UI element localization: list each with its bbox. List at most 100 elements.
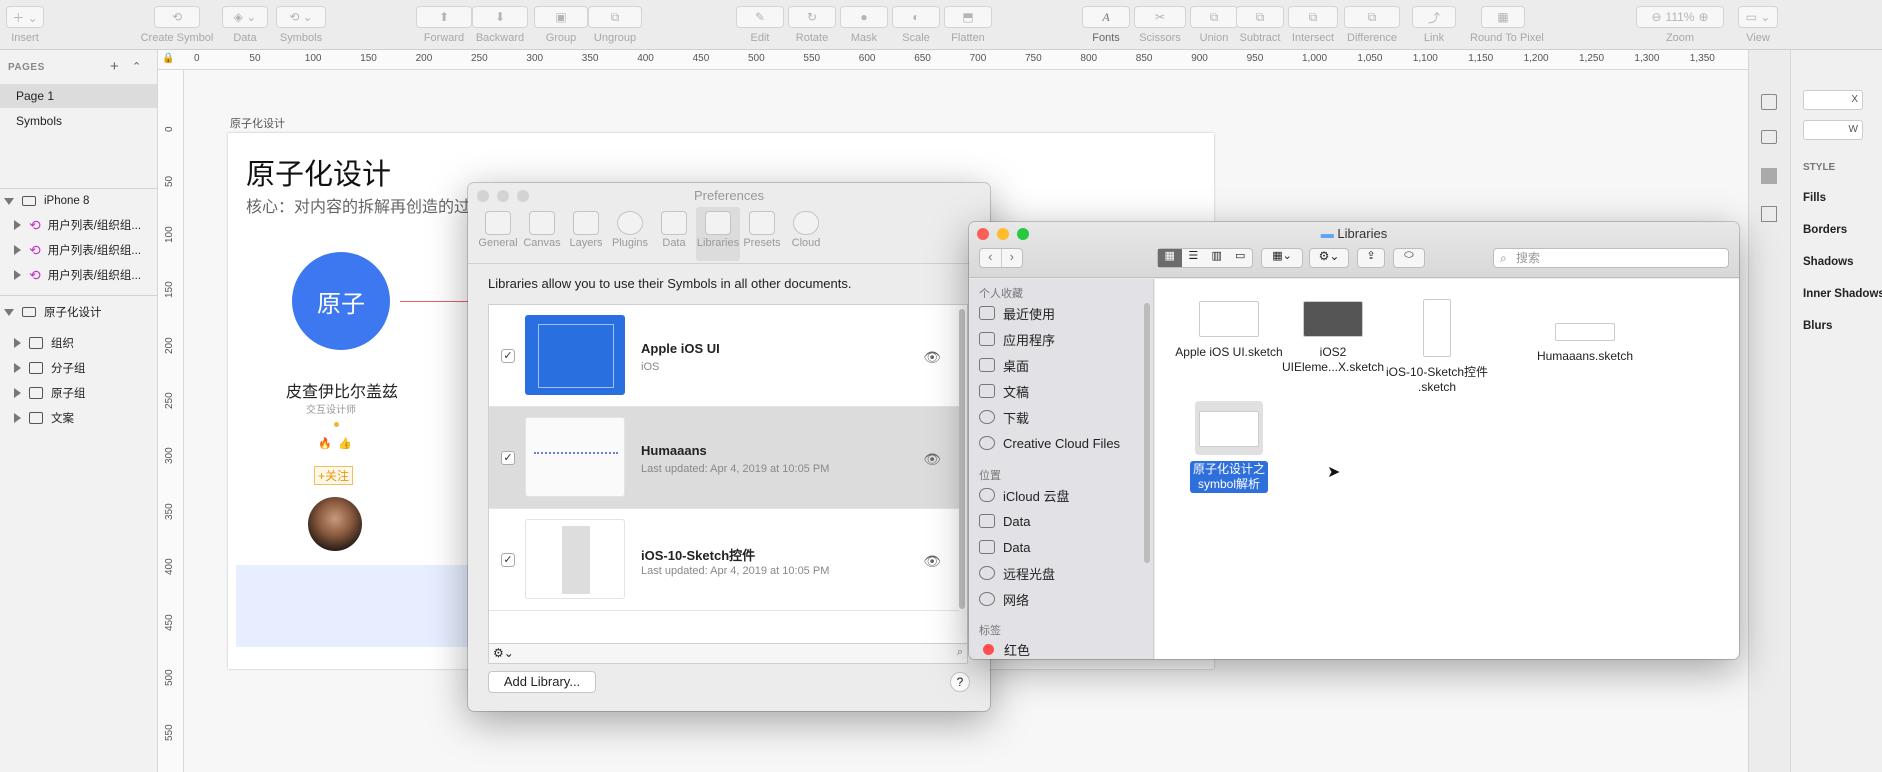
follow-button[interactable]: +关注 [314, 466, 354, 485]
blurs-section[interactable]: Blurs [1803, 320, 1832, 332]
layer-symbol[interactable]: ⟲ 用户列表/组织组... [0, 238, 157, 262]
sidebar-item-downloads[interactable]: 下载 [979, 404, 1029, 430]
shadows-section[interactable]: Shadows [1803, 256, 1853, 268]
layer-symbol[interactable]: ⟲ 用户列表/组织组... [0, 263, 157, 287]
sidebar-item-desktop[interactable]: 桌面 [979, 352, 1029, 378]
symbols-tool[interactable]: ⟲ ⌄ Symbols [276, 6, 326, 44]
tab-cloud[interactable]: Cloud [784, 211, 828, 249]
fills-section[interactable]: Fills [1803, 192, 1826, 204]
forward-tool[interactable]: ⬆ Forward [416, 6, 472, 44]
scissors-tool[interactable]: ✂ Scissors [1134, 6, 1186, 44]
layer-group[interactable]: 分子组 [0, 356, 157, 380]
add-page-icon[interactable]: + [110, 58, 119, 75]
tab-data[interactable]: Data [652, 211, 696, 249]
search-input[interactable]: ⌕ 搜索 [1493, 248, 1729, 268]
tab-layers[interactable]: Layers [564, 211, 608, 249]
disclosure-icon[interactable] [14, 388, 21, 398]
layer-group[interactable]: 原子组 [0, 381, 157, 405]
disclosure-icon[interactable] [14, 220, 21, 230]
layout-icon[interactable] [1761, 168, 1777, 184]
library-row[interactable]: ✓ Humaaans Last updated: Apr 4, 2019 at … [489, 407, 959, 509]
lock-icon[interactable]: 🔒 [162, 53, 174, 64]
library-checkbox[interactable]: ✓ [501, 349, 515, 363]
zoom-tool[interactable]: ⊖ 111% ⊕ Zoom [1636, 6, 1724, 44]
insert-tool[interactable]: ＋ ⌄ Insert [6, 6, 44, 44]
edit-tool[interactable]: ✎ Edit [736, 6, 784, 44]
round-to-pixel-tool[interactable]: ▦ Round To Pixel [1470, 6, 1544, 44]
backward-tool[interactable]: ⬇ Backward [472, 6, 528, 44]
tab-libraries[interactable]: Libraries [696, 207, 740, 261]
file-item[interactable]: iOS2 UIEleme...X.sketch [1279, 301, 1387, 375]
collapse-pages-icon[interactable]: ⌃ [132, 60, 141, 73]
x-field[interactable]: X [1803, 90, 1863, 110]
layer-artboard-atomic[interactable]: 原子化设计 [0, 300, 157, 324]
link-tool[interactable]: ⤴ Link [1412, 6, 1456, 44]
finder-content[interactable]: Apple iOS UI.sketch iOS2 UIEleme...X.ske… [1155, 279, 1739, 659]
tab-canvas[interactable]: Canvas [520, 211, 564, 249]
export-icon[interactable] [1761, 94, 1777, 110]
w-field[interactable]: W [1803, 120, 1863, 140]
view-tool[interactable]: ▭ ⌄ View [1738, 6, 1778, 44]
group-icon[interactable]: ▦⌄ [1261, 248, 1303, 268]
scrollbar[interactable] [959, 309, 965, 609]
library-row[interactable]: ✓ Apple iOS UI iOS 👁 [489, 305, 959, 407]
sidebar-item-icloud[interactable]: iCloud 云盘 [979, 482, 1069, 508]
inspector-icon[interactable] [1761, 130, 1777, 144]
library-row[interactable]: ✓ iOS-10-Sketch控件 Last updated: Apr 4, 2… [489, 509, 959, 611]
zoom-control[interactable]: ⊖ 111% ⊕ [1636, 6, 1724, 28]
disclosure-icon[interactable] [14, 363, 21, 373]
tab-general[interactable]: General [476, 211, 520, 249]
scrollbar[interactable] [1144, 303, 1150, 563]
union-tool[interactable]: ⧉ Union [1190, 6, 1238, 44]
add-library-button[interactable]: Add Library... [488, 671, 596, 693]
tab-presets[interactable]: Presets [740, 211, 784, 249]
sidebar-item-data[interactable]: Data [979, 534, 1030, 560]
group-tool[interactable]: ▣ Group [534, 6, 588, 44]
search-icon[interactable]: ⌕ [957, 646, 963, 659]
tab-plugins[interactable]: Plugins [608, 211, 652, 249]
flatten-tool[interactable]: ⬒ Flatten [944, 6, 992, 44]
sidebar-item-recents[interactable]: 最近使用 [979, 300, 1055, 326]
subtract-tool[interactable]: ⧉ Subtract [1236, 6, 1284, 44]
icon-view-icon[interactable]: ▦ [1158, 249, 1182, 267]
eye-icon[interactable]: 👁 [923, 451, 941, 468]
difference-tool[interactable]: ⧉ Difference [1344, 6, 1400, 44]
file-item-selected[interactable]: 原子化设计之symbol解析 [1175, 401, 1283, 493]
file-item[interactable]: iOS-10-Sketch控件 .sketch [1383, 299, 1491, 395]
sidebar-item-remote-disc[interactable]: 远程光盘 [979, 560, 1055, 586]
sidebar-item-network[interactable]: 网络 [979, 586, 1029, 612]
page-item-page1[interactable]: Page 1 [0, 84, 157, 108]
action-gear-icon[interactable]: ⚙⌄ [1309, 248, 1349, 268]
layer-artboard-iphone8[interactable]: iPhone 8 [0, 189, 157, 213]
column-view-icon[interactable]: ▥ [1205, 249, 1229, 267]
disclosure-down-icon[interactable] [4, 308, 14, 316]
help-button[interactable]: ? [950, 672, 970, 692]
create-symbol-tool[interactable]: ⟲ Create Symbol [138, 6, 216, 44]
file-item[interactable]: Humaaans.sketch [1531, 323, 1639, 364]
sidebar-item-applications[interactable]: 应用程序 [979, 326, 1055, 352]
mask-tool[interactable]: ● Mask [840, 6, 888, 44]
forward-icon[interactable]: › [1000, 249, 1023, 267]
artboard-label[interactable]: 原子化设计 [230, 115, 285, 131]
disclosure-down-icon[interactable] [4, 197, 14, 205]
back-icon[interactable]: ‹ [980, 249, 1001, 267]
share-icon[interactable]: ⇪ [1357, 248, 1385, 268]
page-item-symbols[interactable]: Symbols [0, 109, 157, 133]
eye-icon[interactable]: 👁 [923, 553, 941, 570]
borders-section[interactable]: Borders [1803, 224, 1847, 236]
sidebar-item-data[interactable]: Data [979, 508, 1030, 534]
eye-icon[interactable]: 👁 [923, 349, 941, 366]
libraries-list[interactable]: ✓ Apple iOS UI iOS 👁 ✓ Humaaans Last upd… [488, 304, 968, 644]
layer-group[interactable]: 文案 [0, 406, 157, 430]
intersect-tool[interactable]: ⧉ Intersect [1288, 6, 1338, 44]
disclosure-icon[interactable] [14, 413, 21, 423]
inner-shadows-section[interactable]: Inner Shadows [1803, 288, 1882, 300]
list-view-icon[interactable]: ☰ [1182, 249, 1206, 267]
tag-icon[interactable]: ⬭ [1393, 248, 1425, 268]
grid-icon[interactable] [1761, 206, 1777, 222]
disclosure-icon[interactable] [14, 338, 21, 348]
ungroup-tool[interactable]: ⧉ Ungroup [588, 6, 642, 44]
file-item[interactable]: Apple iOS UI.sketch [1175, 301, 1283, 360]
layer-symbol[interactable]: ⟲ 用户列表/组织组... [0, 213, 157, 237]
library-checkbox[interactable]: ✓ [501, 553, 515, 567]
